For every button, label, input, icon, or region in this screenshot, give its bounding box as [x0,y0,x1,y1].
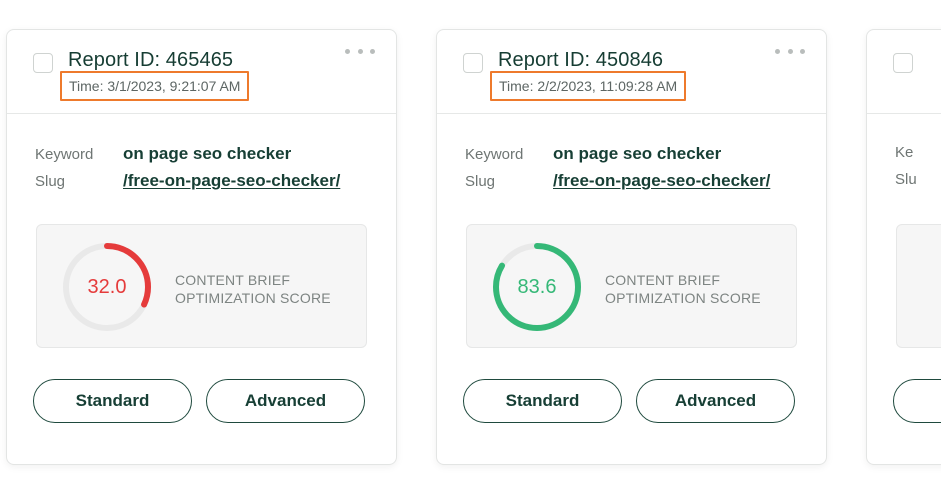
card-header: Report ID: 450846 Time: 2/2/2023, 11:09:… [437,30,826,114]
select-checkbox[interactable] [463,53,483,73]
slug-row: Slu [895,171,941,198]
report-card: Report ID: 465465 Time: 3/1/2023, 9:21:0… [6,29,397,465]
keyword-label: Keyword [35,146,94,163]
keyword-label: Keyword [465,146,524,163]
more-horizontal-icon[interactable] [775,44,805,58]
slug-row: Slug /free-on-page-seo-checker/ [465,171,815,198]
slug-label: Slu [895,171,917,188]
slug-label: Slug [465,173,496,190]
score-label: CONTENT BRIEF OPTIMIZATION SCORE [175,271,331,307]
advanced-button[interactable]: Advanced [636,379,795,423]
standard-button[interactable]: Standard [463,379,622,423]
standard-button[interactable]: Standard [33,379,192,423]
card-header [867,30,941,114]
card-header: Report ID: 465465 Time: 3/1/2023, 9:21:0… [7,30,396,114]
report-card-partial: Ke Slu [866,29,941,465]
slug-link[interactable]: /free-on-page-seo-checker/ [123,171,340,191]
score-value: 32.0 [87,275,127,298]
select-checkbox[interactable] [893,53,913,73]
report-card: Report ID: 450846 Time: 2/2/2023, 11:09:… [436,29,827,465]
report-time: Time: 3/1/2023, 9:21:07 AM [60,71,250,101]
report-title[interactable]: Report ID: 465465 [68,49,233,72]
score-panel: 83.6 CONTENT BRIEF OPTIMIZATION SCORE [466,224,797,348]
keyword-row: Keyword on page seo checker [35,144,385,171]
report-title[interactable]: Report ID: 450846 [498,49,663,72]
select-checkbox[interactable] [33,53,53,73]
report-meta: Keyword on page seo checker Slug /free-o… [35,144,385,198]
reports-viewport: Report ID: 465465 Time: 3/1/2023, 9:21:0… [0,0,941,491]
score-label-line1: CONTENT BRIEF [605,272,721,288]
slug-row: Slug /free-on-page-seo-checker/ [35,171,385,198]
report-time: Time: 2/2/2023, 11:09:28 AM [490,71,687,101]
keyword-row: Keyword on page seo checker [465,144,815,171]
slug-label: Slug [35,173,66,190]
report-meta: Ke Slu [895,144,941,198]
score-label-line1: CONTENT BRIEF [175,272,291,288]
score-label-line2: OPTIMIZATION SCORE [175,290,331,306]
score-panel [896,224,941,348]
standard-button[interactable] [893,379,941,423]
advanced-button[interactable]: Advanced [206,379,365,423]
score-label: CONTENT BRIEF OPTIMIZATION SCORE [605,271,761,307]
keyword-row: Ke [895,144,941,171]
slug-link[interactable]: /free-on-page-seo-checker/ [553,171,770,191]
keyword-value: on page seo checker [123,144,292,163]
score-panel: 32.0 CONTENT BRIEF OPTIMIZATION SCORE [36,224,367,348]
more-horizontal-icon[interactable] [345,44,375,58]
keyword-label: Ke [895,144,914,161]
keyword-value: on page seo checker [553,144,722,163]
report-meta: Keyword on page seo checker Slug /free-o… [465,144,815,198]
score-label-line2: OPTIMIZATION SCORE [605,290,761,306]
score-value: 83.6 [517,275,557,298]
